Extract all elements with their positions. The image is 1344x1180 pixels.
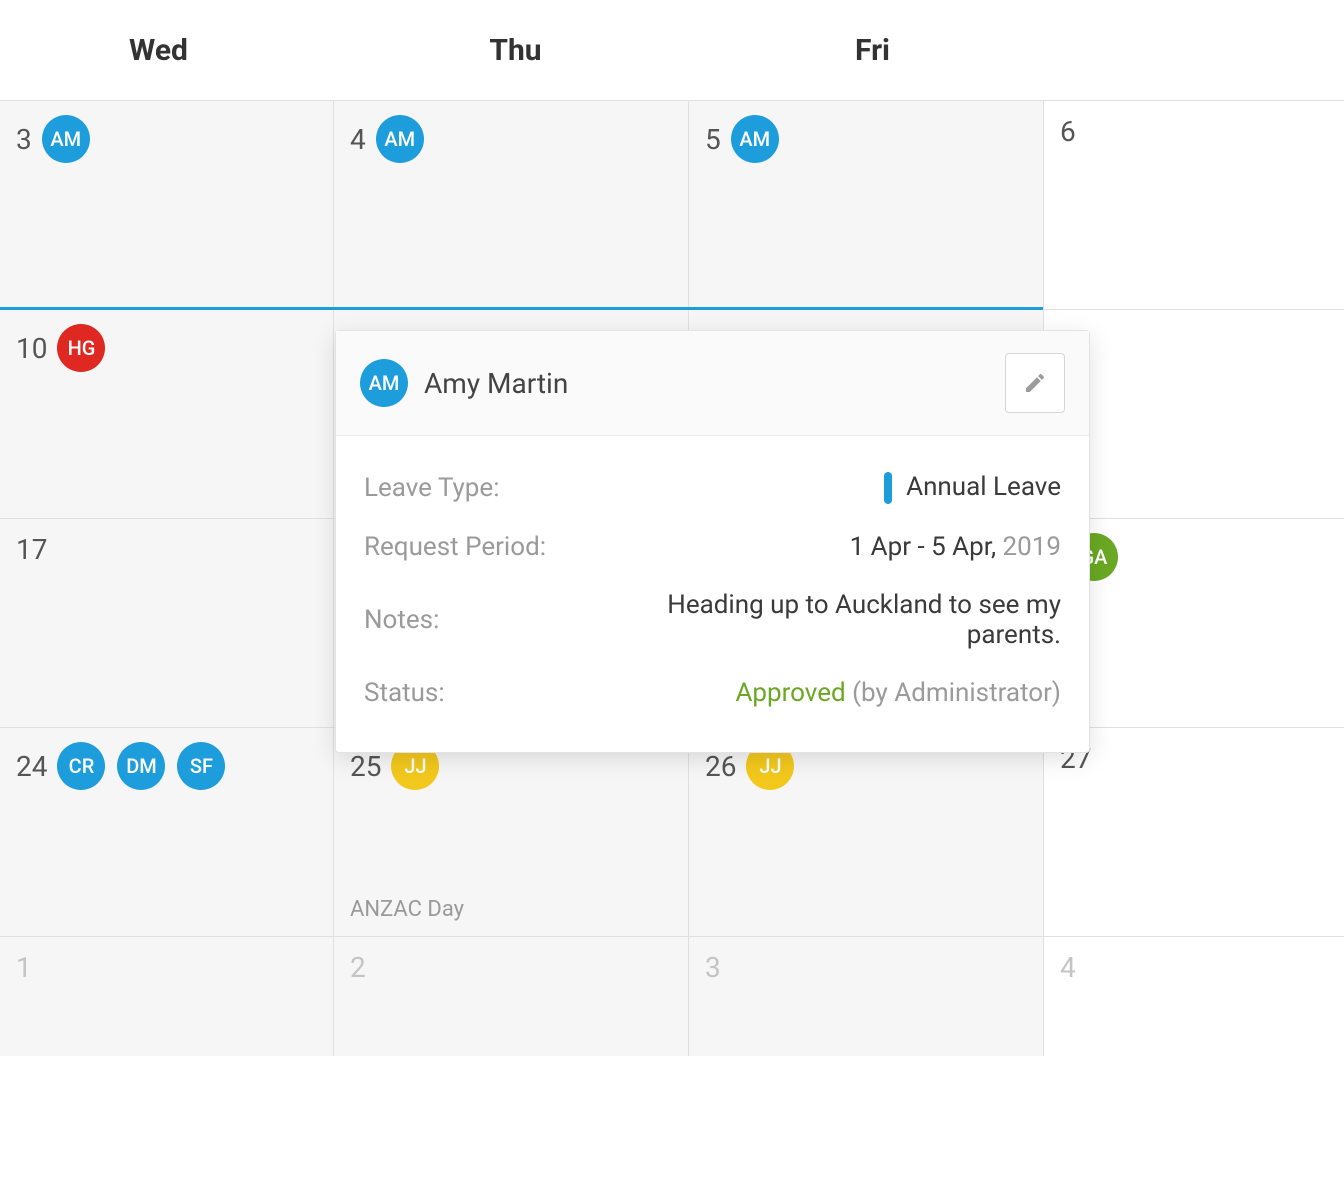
date-number: 4 bbox=[350, 123, 366, 156]
calendar-cell[interactable]: 24 CRDMSF bbox=[0, 728, 334, 936]
calendar-cell[interactable]: 3 AM bbox=[0, 101, 334, 309]
pencil-icon bbox=[1023, 371, 1047, 395]
person-badge[interactable]: DM bbox=[117, 742, 165, 790]
calendar-cell[interactable]: 27 bbox=[1044, 728, 1344, 936]
person-badge[interactable]: AM bbox=[376, 115, 424, 163]
date-number: 24 bbox=[16, 750, 47, 783]
person-badge[interactable]: AM bbox=[731, 115, 779, 163]
leave-span-line bbox=[312, 307, 688, 310]
day-headers: WedThuFri bbox=[0, 0, 1344, 100]
date-number: 26 bbox=[705, 750, 736, 783]
calendar-row: 24 CRDMSF 25JJANZAC Day26JJ27 bbox=[0, 727, 1344, 936]
calendar-cell[interactable]: 17 bbox=[0, 519, 334, 727]
date-number: 10 bbox=[16, 332, 47, 365]
calendar-cell[interactable]: 26JJ bbox=[689, 728, 1044, 936]
leave-span-line bbox=[0, 307, 333, 310]
date-number: 5 bbox=[705, 123, 721, 156]
day-header-wed: Wed bbox=[0, 33, 337, 68]
person-badge[interactable]: AM bbox=[42, 115, 90, 163]
calendar-cell[interactable]: 10 HG bbox=[0, 310, 334, 518]
status-label: Status: bbox=[364, 678, 594, 708]
date-number: 17 bbox=[16, 533, 47, 566]
period-value: 1 Apr - 5 Apr, 2019 bbox=[594, 532, 1061, 562]
person-badge[interactable]: SF bbox=[177, 742, 225, 790]
popover-person-name: Amy Martin bbox=[424, 367, 1005, 400]
badge-group: CRDMSF bbox=[57, 742, 225, 790]
badge-group: HG bbox=[57, 324, 105, 372]
calendar-cell[interactable]: 1 bbox=[0, 937, 334, 1056]
day-header-fri: Fri bbox=[694, 33, 1051, 68]
popover-body: Leave Type: Annual Leave Request Period:… bbox=[336, 436, 1089, 752]
date-number: 3 bbox=[16, 123, 32, 156]
row-request-period: Request Period: 1 Apr - 5 Apr, 2019 bbox=[364, 518, 1061, 576]
row-notes: Notes: Heading up to Auckland to see my … bbox=[364, 576, 1061, 664]
leave-type-text: Annual Leave bbox=[906, 472, 1061, 502]
calendar-cell[interactable]: 4 AM bbox=[334, 101, 689, 309]
date-number: 25 bbox=[350, 750, 381, 783]
leave-popover: AM Amy Martin Leave Type: Annual Leave R… bbox=[335, 330, 1090, 753]
status-by: (by Administrator) bbox=[846, 678, 1061, 708]
leave-type-value: Annual Leave bbox=[594, 472, 1061, 504]
badge-group: AM bbox=[42, 115, 90, 163]
calendar-row: 3 AM 4 AM 5 AM 6 bbox=[0, 100, 1344, 309]
period-year: 2019 bbox=[996, 532, 1061, 562]
calendar-cell[interactable]: 3 bbox=[689, 937, 1044, 1056]
leave-type-label: Leave Type: bbox=[364, 473, 594, 503]
row-leave-type: Leave Type: Annual Leave bbox=[364, 458, 1061, 518]
edit-button[interactable] bbox=[1005, 353, 1065, 413]
calendar-cell[interactable]: 5 AM bbox=[689, 101, 1044, 309]
status-value: Approved (by Administrator) bbox=[594, 678, 1061, 708]
date-number: 6 bbox=[1060, 115, 1076, 148]
calendar-cell[interactable]: 2 bbox=[334, 937, 689, 1056]
row-status: Status: Approved (by Administrator) bbox=[364, 664, 1061, 722]
calendar-cell[interactable]: 4 bbox=[1044, 937, 1344, 1056]
person-badge[interactable]: CR bbox=[57, 742, 105, 790]
popover-header: AM Amy Martin bbox=[336, 331, 1089, 436]
date-number: 1 bbox=[16, 951, 32, 984]
avatar: AM bbox=[360, 359, 408, 407]
badge-group: AM bbox=[731, 115, 779, 163]
person-badge[interactable]: HG bbox=[57, 324, 105, 372]
notes-label: Notes: bbox=[364, 605, 594, 635]
leave-span-line bbox=[667, 307, 1043, 310]
notes-value: Heading up to Auckland to see my parents… bbox=[594, 590, 1061, 650]
period-label: Request Period: bbox=[364, 532, 594, 562]
status-approved: Approved bbox=[735, 678, 845, 708]
leave-type-pill bbox=[884, 472, 892, 504]
calendar-row: 1 2 3 4 bbox=[0, 936, 1344, 1056]
date-number: 2 bbox=[350, 951, 366, 984]
day-header-thu: Thu bbox=[337, 33, 694, 68]
event-label: ANZAC Day bbox=[350, 897, 464, 922]
badge-group: AM bbox=[376, 115, 424, 163]
period-range: 1 Apr - 5 Apr, bbox=[850, 532, 997, 562]
calendar-cell[interactable]: 6 bbox=[1044, 101, 1344, 309]
date-number: 4 bbox=[1060, 951, 1076, 984]
calendar-cell[interactable]: 25JJANZAC Day bbox=[334, 728, 689, 936]
date-number: 3 bbox=[705, 951, 721, 984]
